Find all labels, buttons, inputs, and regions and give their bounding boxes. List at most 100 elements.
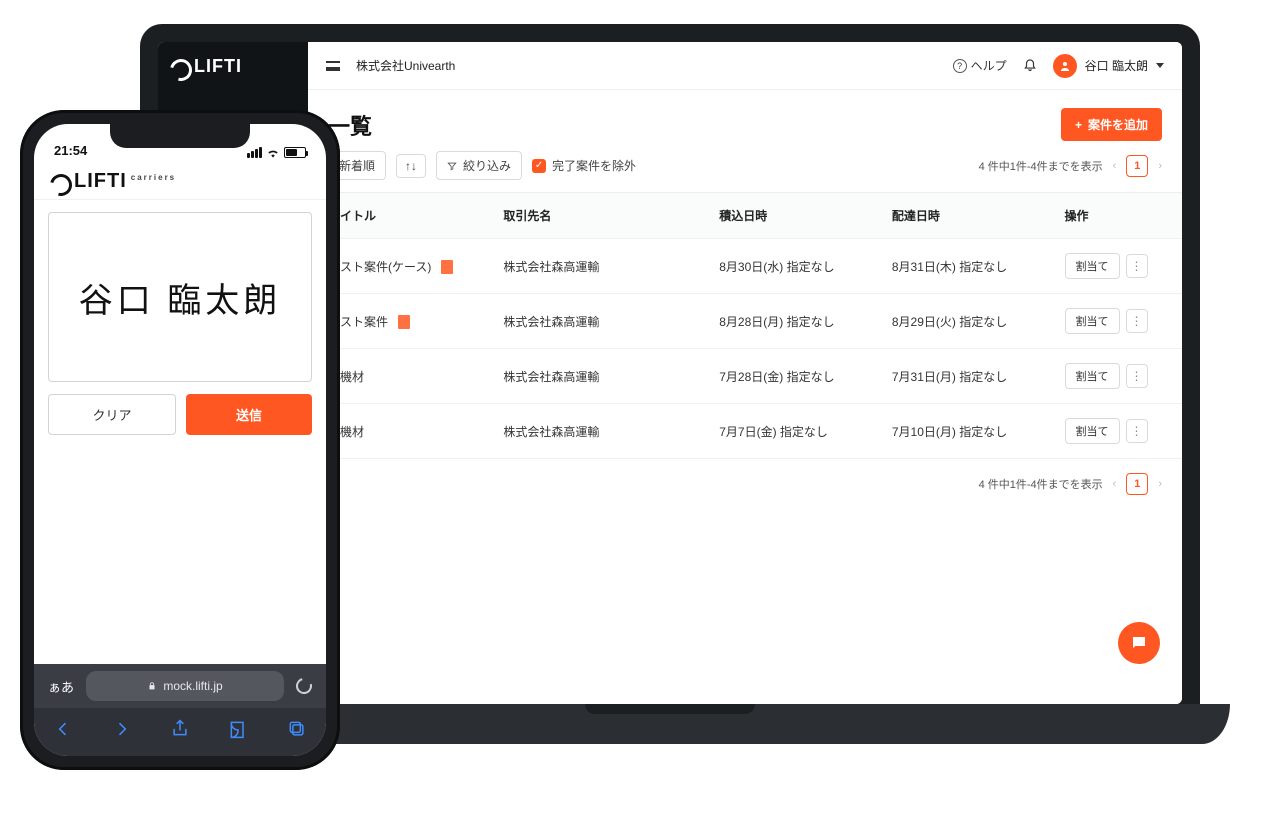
row-deliver-date: 7月31日(月) 指定なし bbox=[880, 349, 1053, 404]
plus-icon: + bbox=[1075, 118, 1082, 132]
pager-prev-bottom-icon[interactable]: ‹ bbox=[1113, 478, 1117, 490]
laptop-hinge bbox=[585, 704, 755, 714]
tabs-icon[interactable] bbox=[287, 719, 307, 745]
filter-label: 絞り込み bbox=[463, 157, 511, 174]
chevron-down-icon bbox=[1156, 63, 1164, 68]
table-row[interactable]: プ機材株式会社森高運輸7月28日(金) 指定なし7月31日(月) 指定なし割当て… bbox=[308, 349, 1182, 404]
status-time: 21:54 bbox=[54, 143, 87, 158]
table-header-row: タイトル 取引先名 積込日時 配達日時 操作 bbox=[308, 193, 1182, 239]
pagination-top: 4 件中1件-4件までを表示 ‹ 1 › bbox=[979, 155, 1162, 177]
pager-current[interactable]: 1 bbox=[1126, 155, 1148, 177]
pager-next-icon[interactable]: › bbox=[1158, 160, 1162, 172]
list-toolbar: 新着順 ↑↓ 絞り込み ✓ 完了案件を除外 4 件中1件 bbox=[308, 151, 1182, 193]
exclude-done-checkbox[interactable]: ✓ 完了案件を除外 bbox=[532, 157, 636, 174]
signature-pad[interactable]: 谷口 臨太朗 bbox=[48, 212, 312, 382]
row-menu-icon[interactable]: ⋮ bbox=[1126, 419, 1148, 443]
menu-icon[interactable] bbox=[326, 61, 340, 71]
col-client: 取引先名 bbox=[491, 193, 707, 239]
url-text: mock.lifti.jp bbox=[163, 679, 222, 693]
row-client: 株式会社森高運輸 bbox=[491, 294, 707, 349]
reload-icon[interactable] bbox=[293, 675, 315, 697]
battery-icon bbox=[284, 147, 306, 158]
signal-icon bbox=[247, 147, 262, 158]
brand-logo: LIFTI bbox=[170, 56, 296, 77]
table-row[interactable]: テスト案件株式会社森高運輸8月28日(月) 指定なし8月29日(火) 指定なし割… bbox=[308, 294, 1182, 349]
chat-icon bbox=[1130, 634, 1148, 652]
pager-next-bottom-icon[interactable]: › bbox=[1158, 478, 1162, 490]
assign-button[interactable]: 割当て bbox=[1065, 418, 1120, 444]
company-name: 株式会社Univearth bbox=[356, 57, 455, 74]
help-icon: ? bbox=[953, 59, 967, 73]
brand-sub: carriers bbox=[131, 173, 176, 182]
document-icon bbox=[398, 315, 410, 329]
sort-label: 新着順 bbox=[339, 157, 375, 174]
help-label: ヘルプ bbox=[971, 57, 1007, 74]
col-load: 積込日時 bbox=[707, 193, 880, 239]
app-main: 株式会社Univearth ? ヘルプ 谷口 臨太朗 bbox=[308, 42, 1182, 704]
user-menu[interactable]: 谷口 臨太朗 bbox=[1053, 54, 1164, 78]
back-icon[interactable] bbox=[53, 719, 73, 745]
share-icon[interactable] bbox=[170, 718, 190, 744]
assign-button[interactable]: 割当て bbox=[1065, 363, 1120, 389]
row-client: 株式会社森高運輸 bbox=[491, 239, 707, 294]
user-name: 谷口 臨太朗 bbox=[1085, 57, 1148, 74]
row-deliver-date: 8月29日(火) 指定なし bbox=[880, 294, 1053, 349]
assign-button[interactable]: 割当て bbox=[1065, 308, 1120, 334]
chat-fab[interactable] bbox=[1118, 622, 1160, 664]
row-load-date: 7月28日(金) 指定なし bbox=[707, 349, 880, 404]
add-case-label: 案件を追加 bbox=[1088, 116, 1148, 133]
table-row[interactable]: テスト案件(ケース) 株式会社森高運輸8月30日(水) 指定なし8月31日(木) … bbox=[308, 239, 1182, 294]
browser-toolbar bbox=[34, 708, 326, 756]
cases-table: タイトル 取引先名 積込日時 配達日時 操作 テスト案件(ケース) 株式会社森高運… bbox=[308, 193, 1182, 459]
text-size-button[interactable]: ぁあ bbox=[48, 677, 74, 696]
logo-mark-icon bbox=[50, 172, 70, 192]
sort-direction-button[interactable]: ↑↓ bbox=[396, 154, 426, 178]
url-field[interactable]: mock.lifti.jp bbox=[86, 671, 284, 701]
row-menu-icon[interactable]: ⋮ bbox=[1126, 254, 1148, 278]
phone-screen: 21:54 LIFTI carriers 谷口 臨太朗 クリア 送信 ぁあ bbox=[34, 124, 326, 756]
funnel-icon bbox=[447, 161, 457, 171]
checkbox-checked-icon: ✓ bbox=[532, 159, 546, 173]
assign-button[interactable]: 割当て bbox=[1065, 253, 1120, 279]
lock-icon bbox=[147, 681, 157, 691]
page-header: 一覧 + 案件を追加 bbox=[308, 90, 1182, 151]
notification-icon[interactable] bbox=[1023, 57, 1037, 74]
browser-address-bar: ぁあ mock.lifti.jp bbox=[34, 664, 326, 708]
signature-actions: クリア 送信 bbox=[34, 394, 326, 449]
row-load-date: 8月28日(月) 指定なし bbox=[707, 294, 880, 349]
phone-brand-logo: LIFTI carriers bbox=[50, 170, 310, 193]
bookmarks-icon[interactable] bbox=[228, 719, 248, 745]
pager-summary: 4 件中1件-4件までを表示 bbox=[979, 158, 1103, 174]
pagination-bottom: 4 件中1件-4件までを表示 ‹ 1 › bbox=[308, 459, 1182, 509]
exclude-done-label: 完了案件を除外 bbox=[552, 157, 636, 174]
pager-summary-bottom: 4 件中1件-4件までを表示 bbox=[979, 476, 1103, 492]
row-menu-icon[interactable]: ⋮ bbox=[1126, 309, 1148, 333]
send-button[interactable]: 送信 bbox=[186, 394, 312, 435]
brand-name: LIFTI bbox=[194, 56, 242, 77]
help-link[interactable]: ? ヘルプ bbox=[953, 57, 1007, 74]
logo-mark-icon bbox=[170, 57, 190, 77]
phone-app-header: LIFTI carriers bbox=[34, 162, 326, 200]
brand-name: LIFTI bbox=[74, 170, 127, 193]
pager-current-bottom[interactable]: 1 bbox=[1126, 473, 1148, 495]
col-ops: 操作 bbox=[1053, 193, 1183, 239]
row-client: 株式会社森高運輸 bbox=[491, 349, 707, 404]
document-icon bbox=[441, 260, 453, 274]
row-load-date: 8月30日(水) 指定なし bbox=[707, 239, 880, 294]
row-title: テスト案件(ケース) bbox=[328, 260, 431, 274]
pager-prev-icon[interactable]: ‹ bbox=[1113, 160, 1117, 172]
row-menu-icon[interactable]: ⋮ bbox=[1126, 364, 1148, 388]
signature-text: 谷口 臨太朗 bbox=[79, 273, 282, 322]
forward-icon[interactable] bbox=[112, 719, 132, 745]
phone-device: 21:54 LIFTI carriers 谷口 臨太朗 クリア 送信 ぁあ bbox=[20, 110, 340, 770]
row-deliver-date: 7月10日(月) 指定なし bbox=[880, 404, 1053, 459]
clear-button[interactable]: クリア bbox=[48, 394, 176, 435]
phone-notch bbox=[110, 124, 250, 148]
filter-button[interactable]: 絞り込み bbox=[436, 151, 522, 180]
wifi-icon bbox=[266, 148, 280, 158]
add-case-button[interactable]: + 案件を追加 bbox=[1061, 108, 1162, 141]
row-load-date: 7月7日(金) 指定なし bbox=[707, 404, 880, 459]
row-deliver-date: 8月31日(木) 指定なし bbox=[880, 239, 1053, 294]
table-row[interactable]: プ機材株式会社森高運輸7月7日(金) 指定なし7月10日(月) 指定なし割当て⋮ bbox=[308, 404, 1182, 459]
row-client: 株式会社森高運輸 bbox=[491, 404, 707, 459]
